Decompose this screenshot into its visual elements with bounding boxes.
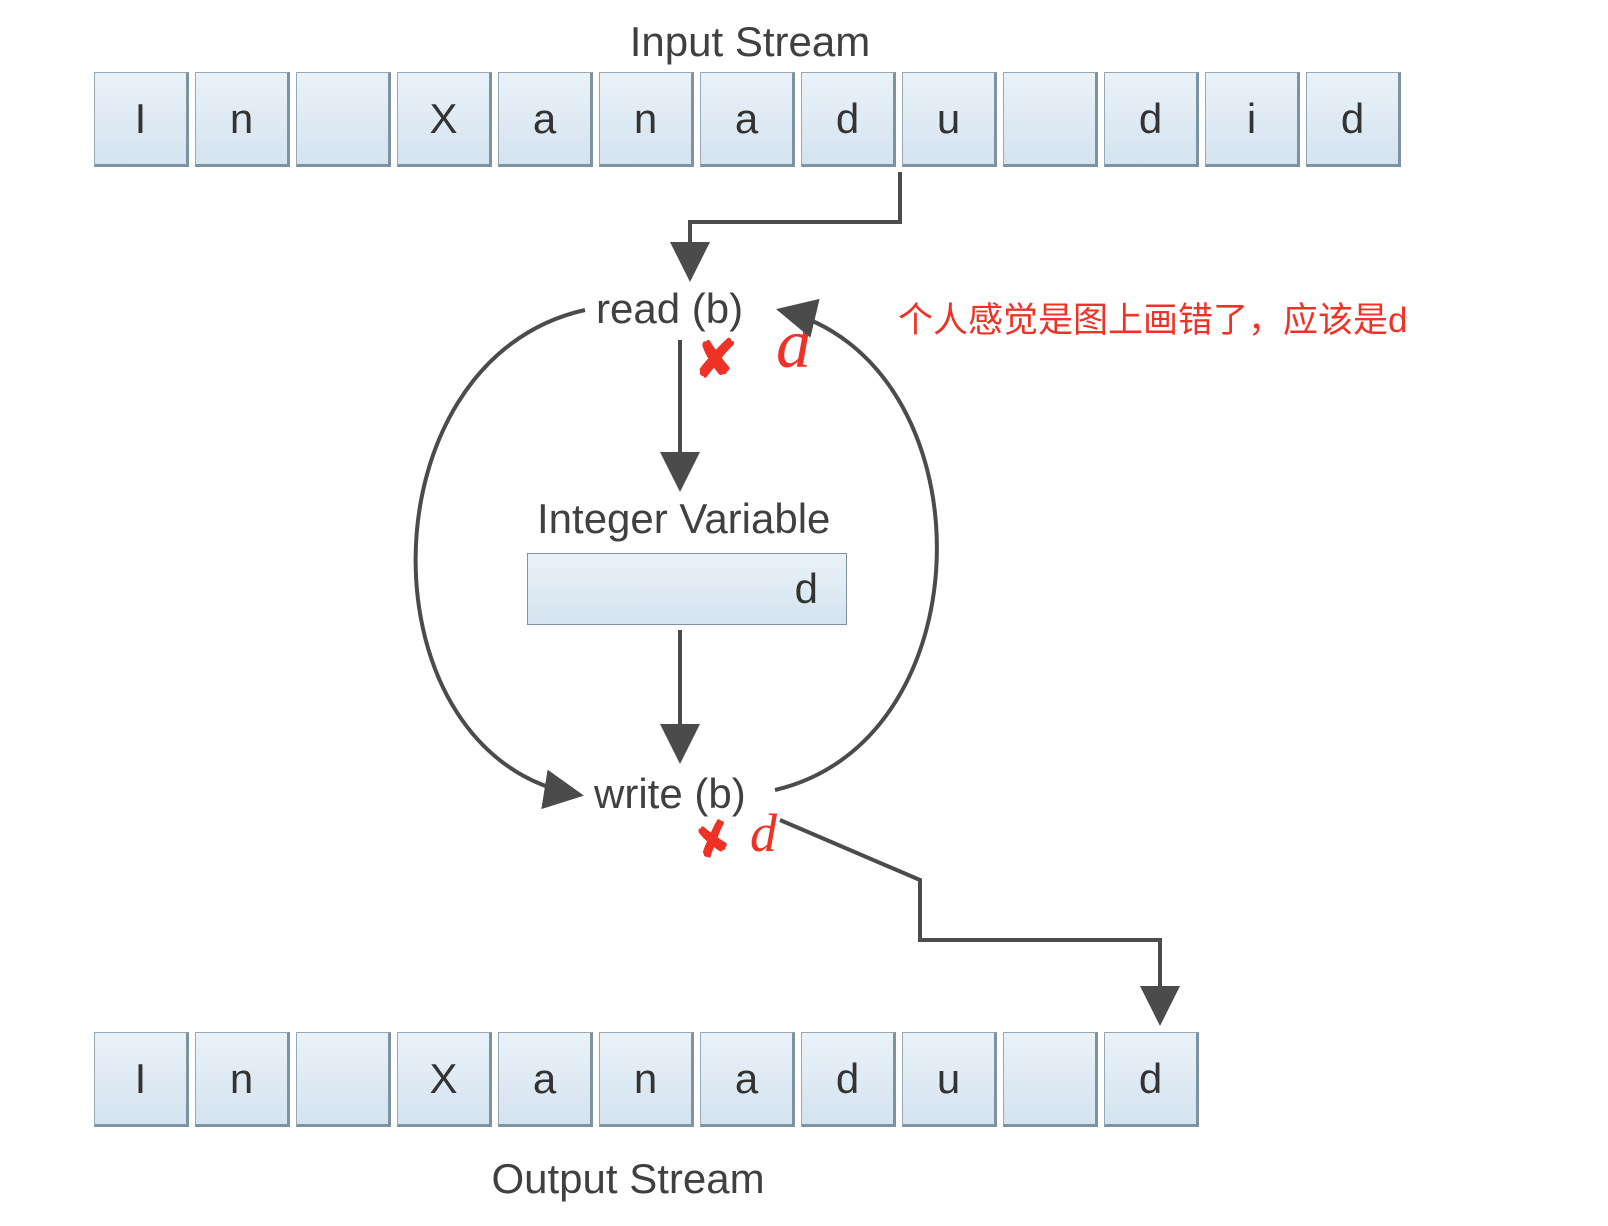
input-cell: i	[1205, 72, 1300, 167]
red-x-bottom-icon: ✘	[688, 811, 739, 871]
output-cell: a	[498, 1032, 593, 1127]
output-cell: n	[195, 1032, 290, 1127]
handwritten-d-top: d	[776, 305, 811, 385]
output-cell: u	[902, 1032, 997, 1127]
output-cell: d	[801, 1032, 896, 1127]
input-cell: n	[195, 72, 290, 167]
input-cell	[1003, 72, 1098, 167]
input-cell: a	[700, 72, 795, 167]
read-label: read (b)	[596, 285, 743, 333]
input-cell: u	[902, 72, 997, 167]
input-cell: d	[1104, 72, 1199, 167]
input-cell: I	[94, 72, 189, 167]
output-stream-row: InXanadud	[94, 1032, 1199, 1127]
input-cell: X	[397, 72, 492, 167]
input-stream-row: InXanadudid	[94, 72, 1401, 167]
annotation-comment: 个人感觉是图上画错了，应该是d	[898, 292, 1407, 343]
input-cell	[296, 72, 391, 167]
input-cell: d	[801, 72, 896, 167]
variable-box: d	[527, 553, 847, 625]
input-cell: n	[599, 72, 694, 167]
input-cell: a	[498, 72, 593, 167]
output-cell: d	[1104, 1032, 1199, 1127]
output-cell: n	[599, 1032, 694, 1127]
variable-value: d	[795, 565, 818, 613]
output-cell: I	[94, 1032, 189, 1127]
integer-variable-label: Integer Variable	[537, 495, 830, 543]
output-cell	[1003, 1032, 1098, 1127]
output-cell: X	[397, 1032, 492, 1127]
output-cell: a	[700, 1032, 795, 1127]
input-stream-title: Input Stream	[560, 18, 940, 66]
output-stream-title: Output Stream	[418, 1155, 838, 1203]
handwritten-d-bottom: d	[750, 802, 777, 864]
input-cell: d	[1306, 72, 1401, 167]
output-cell	[296, 1032, 391, 1127]
red-x-top-icon: ✘	[694, 330, 738, 390]
